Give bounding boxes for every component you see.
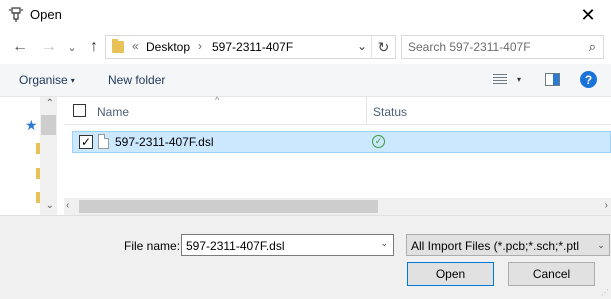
file-name-combobox[interactable]: 597-2311-407F.dsl ⌄	[181, 234, 394, 256]
help-icon[interactable]: ?	[580, 71, 597, 88]
search-input[interactable]	[408, 39, 578, 55]
cancel-button[interactable]: Cancel	[508, 262, 595, 286]
app-icon	[9, 7, 23, 22]
breadcrumb-separator-icon[interactable]: ›	[198, 39, 202, 53]
change-view-icon[interactable]	[493, 73, 507, 86]
file-row-checkbox[interactable]: ✓	[79, 135, 93, 149]
close-button[interactable]: ✕	[565, 0, 611, 30]
dialog-footer: File name: 597-2311-407F.dsl ⌄ All Impor…	[0, 215, 611, 299]
scroll-right-icon[interactable]: ›	[605, 200, 608, 211]
sort-indicator-icon: ^	[215, 95, 220, 105]
column-header-row: ^ Name Status	[64, 95, 611, 125]
column-header-status[interactable]: Status	[373, 105, 407, 119]
breadcrumb-overflow-icon[interactable]: «	[132, 39, 139, 53]
file-name: 597-2311-407F.dsl	[115, 135, 214, 149]
address-dropdown-icon[interactable]: ⌄	[357, 39, 367, 53]
quick-access-star-icon[interactable]: ★	[25, 117, 38, 134]
folder-icon	[112, 39, 124, 53]
new-folder-button[interactable]: New folder	[108, 73, 165, 87]
file-type-select[interactable]: All Import Files (*.pcb;*.sch;*.ptl ⌄	[406, 234, 610, 256]
file-name-field[interactable]: 597-2311-407F.dsl	[186, 239, 285, 253]
close-icon: ✕	[580, 4, 596, 25]
view-options-caret-icon[interactable]: ▾	[517, 75, 521, 84]
title-bar: Open ✕	[0, 0, 611, 30]
column-divider[interactable]	[366, 97, 367, 125]
caret-down-icon: ▾	[70, 76, 75, 85]
preview-pane-icon[interactable]	[545, 73, 560, 86]
chevron-down-icon: ⌄	[593, 235, 609, 255]
file-name-label: File name:	[124, 239, 181, 253]
up-button[interactable]: ↑	[85, 38, 103, 56]
scrollbar-thumb[interactable]	[41, 115, 56, 135]
back-button[interactable]: ←	[11, 38, 29, 56]
window-title: Open	[30, 7, 62, 22]
document-icon	[98, 134, 109, 149]
address-bar[interactable]: « Desktop › 597-2311-407F ⌄ ↻	[105, 35, 396, 59]
search-icon: ⌕	[588, 39, 596, 54]
scroll-left-icon[interactable]: ‹	[66, 200, 69, 211]
sync-ok-icon: ✓	[372, 135, 385, 148]
horizontal-scrollbar[interactable]: ‹ ›	[64, 198, 611, 215]
open-button[interactable]: Open	[407, 262, 494, 286]
organise-label: Organise	[19, 73, 68, 87]
search-box[interactable]: ⌕	[401, 35, 604, 59]
forward-button[interactable]: →	[40, 38, 58, 56]
chevron-down-icon[interactable]: ⌄	[380, 238, 388, 249]
back-arrow-icon: ←	[12, 38, 28, 55]
refresh-button[interactable]: ↻	[371, 36, 395, 58]
scroll-down-icon[interactable]: ⌄	[46, 200, 54, 211]
resize-grip-icon[interactable]: ⋰	[601, 288, 609, 297]
nav-pane-scrollbar[interactable]: ⌃ ⌄	[40, 97, 57, 215]
refresh-icon: ↻	[377, 38, 390, 55]
up-arrow-icon: ↑	[90, 38, 98, 55]
breadcrumb-desktop[interactable]: Desktop	[146, 40, 190, 54]
command-toolbar: Organise ▾ New folder ▾ ?	[0, 64, 611, 97]
chevron-down-icon: ⌄	[67, 41, 77, 54]
organise-button[interactable]: Organise ▾	[19, 73, 75, 87]
navigation-bar: ← → ⌄ ↑ « Desktop › 597-2311-407F ⌄ ↻ ⌕	[0, 30, 611, 64]
breadcrumb-current-folder[interactable]: 597-2311-407F	[212, 40, 293, 54]
column-header-name[interactable]: Name	[97, 105, 129, 119]
new-folder-label: New folder	[108, 73, 166, 87]
scrollbar-thumb[interactable]	[79, 200, 378, 213]
help-glyph: ?	[584, 72, 593, 87]
file-row[interactable]: ✓ 597-2311-407F.dsl ✓	[72, 131, 611, 153]
forward-arrow-icon: →	[41, 38, 57, 55]
recent-locations-button[interactable]: ⌄	[63, 38, 81, 56]
file-type-value: All Import Files (*.pcb;*.sch;*.ptl	[411, 239, 580, 253]
navigation-pane: ★ ⌃ ⌄	[0, 97, 57, 215]
select-all-checkbox[interactable]	[73, 104, 86, 117]
scroll-up-icon[interactable]: ⌃	[46, 98, 54, 109]
